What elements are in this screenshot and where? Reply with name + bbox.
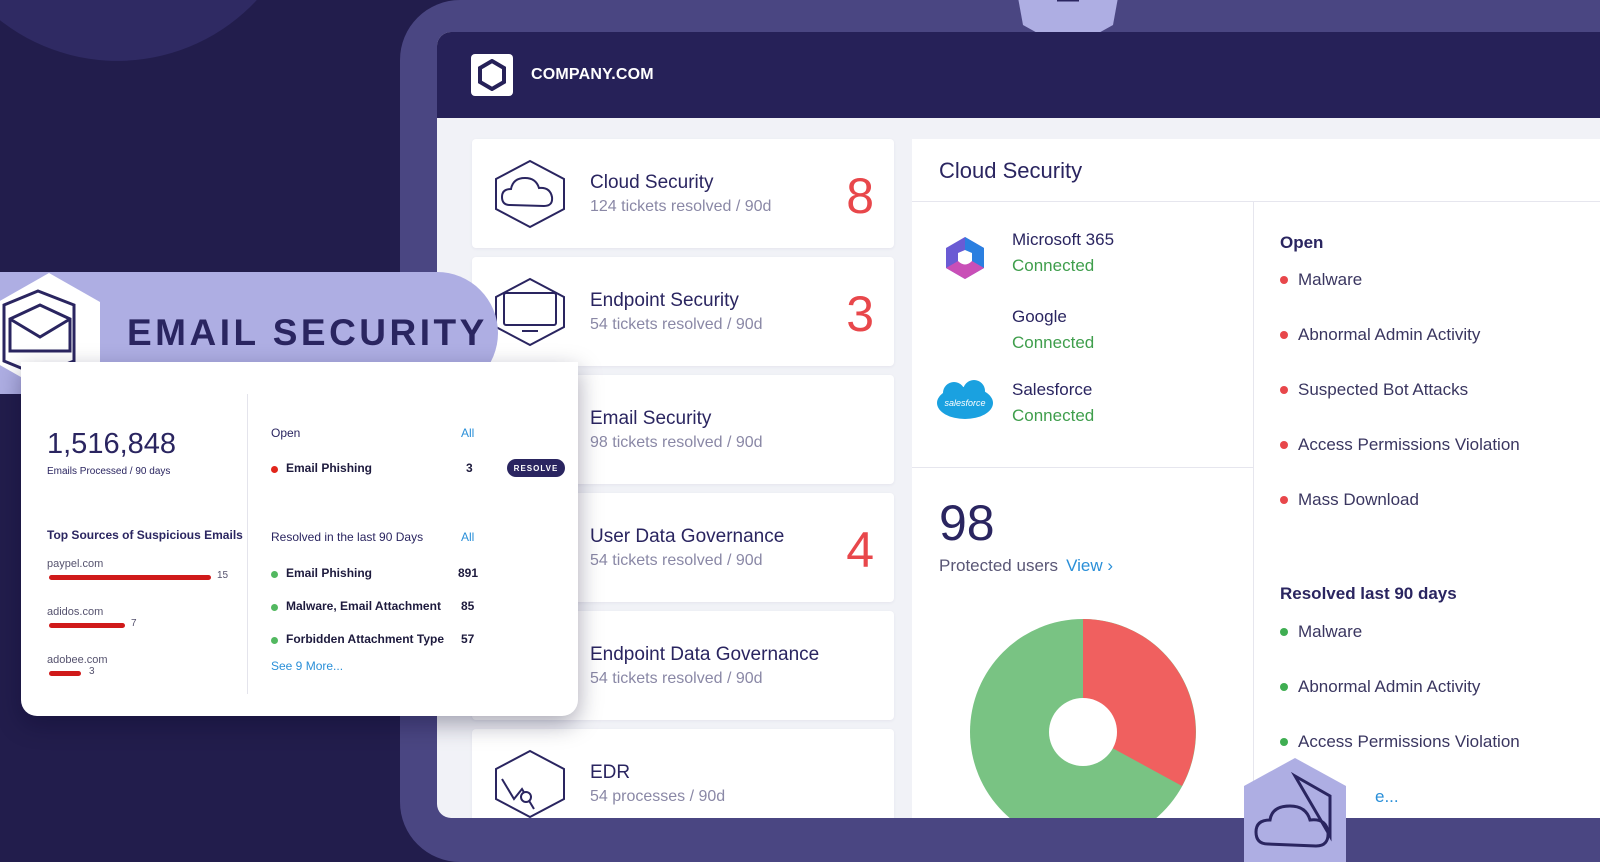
source-row: paypel.com 15 [47, 558, 228, 581]
monitor-icon [495, 277, 565, 347]
card-edr[interactable]: EDR 54 processes / 90d [472, 729, 894, 818]
resolved-item[interactable]: Access Permissions Violation [1280, 732, 1520, 752]
integration-name: Microsoft 365 [1012, 230, 1115, 249]
resolved-item[interactable]: Forbidden Attachment Type [269, 632, 444, 646]
protected-users-label: Protected users View › [939, 556, 1113, 576]
cloud-badge-icon [1244, 758, 1346, 862]
source-bar [49, 575, 211, 580]
source-domain: adobee.com [47, 654, 108, 666]
resolved-all-link[interactable]: All [461, 530, 474, 544]
card-title: User Data Governance [590, 526, 785, 547]
salesforce-logo-text: salesforce [944, 398, 985, 408]
source-count: 3 [89, 666, 95, 677]
source-count: 7 [131, 618, 137, 629]
detail-panel: Cloud Security Microsoft 365 Connected G… [912, 139, 1600, 818]
background-shape [0, 0, 333, 86]
source-bar [49, 671, 81, 676]
card-cloud-security[interactable]: Cloud Security 124 tickets resolved / 90… [472, 139, 894, 248]
integration-status: Connected [1012, 256, 1095, 275]
open-heading: Open [271, 426, 301, 440]
resolved-more-link[interactable]: e... [1375, 787, 1399, 807]
protected-users-text: Protected users [939, 556, 1059, 575]
card-subtitle: 54 tickets resolved / 90d [590, 552, 763, 569]
divider [1253, 201, 1254, 818]
integration-name: Google [1012, 307, 1067, 326]
integration-status: Connected [1012, 333, 1095, 352]
card-subtitle: 98 tickets resolved / 90d [590, 434, 763, 451]
open-item[interactable]: Abnormal Admin Activity [1280, 325, 1480, 345]
card-title: Endpoint Data Governance [590, 644, 820, 665]
banner-title: EMAIL SECURITY [127, 312, 488, 353]
integration-status: Connected [1012, 406, 1095, 425]
source-bar [49, 623, 125, 628]
salesforce-icon: salesforce [937, 380, 993, 419]
integration-name: Salesforce [1012, 380, 1093, 399]
resolved-heading: Resolved last 90 days [1280, 584, 1457, 603]
detail-title: Cloud Security [939, 158, 1083, 183]
resolved-item[interactable]: Email Phishing [269, 566, 372, 580]
open-item-count: 3 [466, 461, 473, 475]
source-count: 15 [217, 570, 229, 581]
company-name: COMPANY.COM [531, 66, 654, 83]
open-item[interactable]: Mass Download [1280, 490, 1419, 510]
card-subtitle: 54 processes / 90d [590, 788, 726, 805]
card-count: 3 [846, 286, 874, 342]
divider [247, 394, 248, 694]
integration-salesforce[interactable]: Salesforce Connected [1012, 380, 1094, 426]
source-domain: paypel.com [47, 558, 104, 570]
cloud-icon [495, 159, 565, 229]
card-subtitle: 54 tickets resolved / 90d [590, 670, 763, 687]
see-more-link[interactable]: See 9 More... [271, 659, 343, 673]
email-security-panel: 1,516,848 Emails Processed / 90 days Top… [21, 362, 578, 716]
integration-google[interactable]: Google Connected [1012, 307, 1094, 353]
card-title: Cloud Security [590, 172, 714, 193]
sources-title: Top Sources of Suspicious Emails [47, 528, 243, 542]
resolved-item-count: 891 [458, 566, 479, 580]
open-item[interactable]: Access Permissions Violation [1280, 435, 1520, 455]
view-link[interactable]: View › [1066, 556, 1113, 575]
donut-hole [1049, 698, 1117, 766]
source-domain: adidos.com [47, 606, 104, 618]
emails-processed-value: 1,516,848 [47, 428, 177, 460]
open-item[interactable]: Malware [1280, 270, 1362, 290]
open-item[interactable]: Email Phishing [269, 461, 372, 475]
divider [912, 201, 1600, 202]
resolved-item[interactable]: Malware [1280, 622, 1362, 642]
integration-microsoft-365[interactable]: Microsoft 365 Connected [1012, 230, 1114, 276]
resolve-button[interactable]: RESOLVE [507, 459, 565, 477]
resolved-item-count: 85 [461, 599, 475, 613]
card-endpoint-security[interactable]: Endpoint Security 54 tickets resolved / … [472, 257, 894, 366]
open-item[interactable]: Suspected Bot Attacks [1280, 380, 1468, 400]
source-row: adobee.com 3 [47, 654, 108, 677]
card-title: EDR [590, 762, 631, 783]
protected-users-count: 98 [939, 495, 995, 551]
card-title: Email Security [590, 408, 712, 429]
open-all-link[interactable]: All [461, 426, 474, 440]
resolved-heading: Resolved in the last 90 Days [271, 530, 424, 544]
company-logo-icon[interactable] [471, 54, 513, 96]
card-count: 4 [846, 522, 874, 578]
microsoft-365-icon [946, 237, 984, 279]
app-screen: COMPANY.COM Cloud Security 124 tickets r… [437, 32, 1600, 818]
card-subtitle: 124 tickets resolved / 90d [590, 198, 772, 215]
card-count: 8 [846, 168, 874, 224]
card-title: Endpoint Security [590, 290, 739, 311]
open-heading: Open [1280, 233, 1324, 252]
resolved-item[interactable]: Malware, Email Attachment [269, 599, 441, 613]
top-bar: COMPANY.COM [437, 32, 1600, 118]
emails-processed-label: Emails Processed / 90 days [47, 466, 171, 477]
edr-icon [495, 749, 565, 818]
resolved-item[interactable]: Abnormal Admin Activity [1280, 677, 1480, 697]
protected-users-donut-chart [970, 619, 1196, 818]
resolved-item-count: 57 [461, 632, 475, 646]
card-subtitle: 54 tickets resolved / 90d [590, 316, 763, 333]
source-row: adidos.com 7 [47, 606, 137, 629]
divider [912, 467, 1253, 468]
